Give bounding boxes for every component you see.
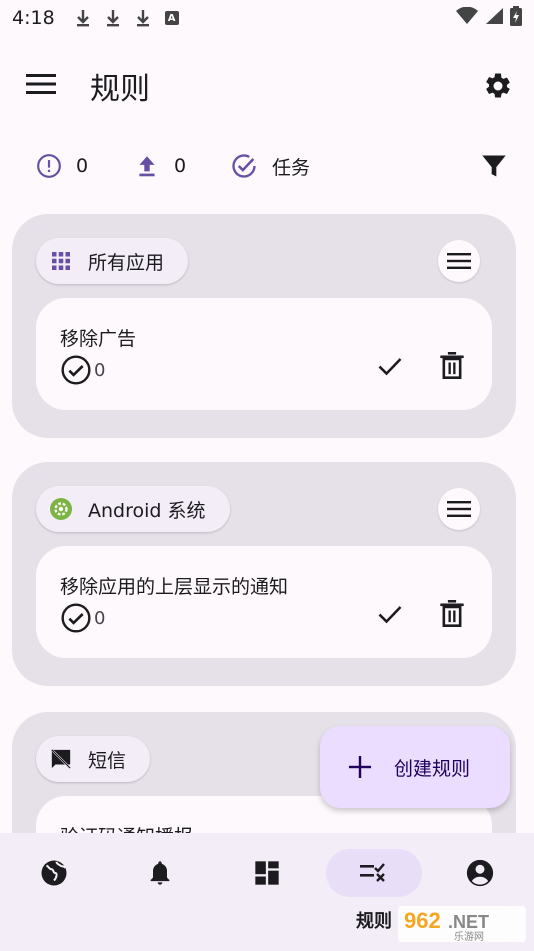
check-circle-icon xyxy=(232,154,256,178)
upload-stat[interactable]: 0 xyxy=(134,150,186,182)
rule-count: 0 xyxy=(94,359,106,381)
group-app-label: Android 系统 xyxy=(88,499,206,522)
download-icon xyxy=(75,9,91,27)
enable-rule-button[interactable] xyxy=(372,596,408,632)
text-badge-icon: A xyxy=(164,11,179,25)
nav-rules-label: 规则 xyxy=(356,911,392,932)
filter-icon xyxy=(482,155,506,177)
rule-group: 所有应用 移除广告 0 xyxy=(12,214,516,438)
watermark-logo: 962 .NET 乐游网 xyxy=(398,904,526,944)
group-app-chip[interactable]: 所有应用 xyxy=(36,238,189,284)
stats-row: 0 0 任务 xyxy=(0,144,534,188)
status-time: 4:18 xyxy=(12,7,55,29)
rules-icon xyxy=(360,863,385,882)
battery-icon xyxy=(510,6,522,30)
nav-item-dashboard[interactable] xyxy=(217,849,317,939)
rule-card[interactable]: 移除广告 0 xyxy=(36,298,492,410)
create-rule-fab[interactable]: 创建规则 xyxy=(320,726,510,808)
svg-text:962: 962 xyxy=(404,908,441,933)
top-app-bar: 规则 xyxy=(0,52,534,116)
group-app-label: 短信 xyxy=(88,749,127,772)
text-badge-letter: A xyxy=(167,12,176,24)
upload-count: 0 xyxy=(174,155,187,177)
rule-group: Android 系统 移除应用的上层显示的通知 0 xyxy=(12,462,516,686)
check-circle-icon xyxy=(61,355,91,385)
upload-icon xyxy=(139,156,155,177)
android-settings-icon xyxy=(50,498,72,520)
page-title: 规则 xyxy=(90,72,150,107)
nav-item-notifications[interactable] xyxy=(110,849,210,939)
rule-title: 移除广告 xyxy=(60,328,137,350)
nav-item-web[interactable] xyxy=(4,849,104,939)
rule-count-wrap: 0 xyxy=(60,354,105,386)
error-stat[interactable]: 0 xyxy=(36,150,88,182)
menu-button[interactable] xyxy=(22,68,60,100)
rule-count-wrap: 0 xyxy=(60,602,105,634)
filter-button[interactable] xyxy=(478,150,510,182)
sms-off-icon xyxy=(50,748,72,770)
group-menu-button[interactable] xyxy=(438,488,480,530)
check-circle-icon xyxy=(61,603,91,633)
create-rule-label: 创建规则 xyxy=(394,757,471,780)
alert-circle-icon xyxy=(37,154,61,178)
download-icon xyxy=(105,9,121,27)
group-app-chip[interactable]: Android 系统 xyxy=(36,486,230,532)
checkmark-icon xyxy=(378,358,402,376)
dashboard-icon xyxy=(255,861,279,885)
status-bar: 4:18 A xyxy=(0,0,534,36)
delete-rule-button[interactable] xyxy=(434,596,470,632)
rule-count: 0 xyxy=(94,607,106,629)
account-icon xyxy=(466,859,494,887)
trash-icon xyxy=(440,352,464,379)
group-app-chip[interactable]: 短信 xyxy=(36,736,151,782)
svg-text:乐游网: 乐游网 xyxy=(454,930,484,943)
group-menu-button[interactable] xyxy=(438,240,480,282)
group-app-label: 所有应用 xyxy=(88,251,165,274)
settings-button[interactable] xyxy=(478,66,518,106)
apps-grid-icon xyxy=(50,250,72,272)
rule-title: 移除应用的上层显示的通知 xyxy=(60,576,289,598)
checkmark-icon xyxy=(378,606,402,624)
error-count: 0 xyxy=(76,155,89,177)
menu-icon xyxy=(447,253,471,269)
trash-icon xyxy=(440,600,464,627)
gear-icon xyxy=(486,73,510,98)
plus-icon xyxy=(349,756,371,778)
enable-rule-button[interactable] xyxy=(372,348,408,384)
download-icon xyxy=(135,9,151,27)
tasks-stat[interactable]: 任务 xyxy=(230,150,310,182)
menu-icon xyxy=(26,74,56,94)
wifi-icon xyxy=(456,6,478,29)
signal-icon xyxy=(484,7,504,29)
svg-text:.NET: .NET xyxy=(448,912,489,932)
tasks-label: 任务 xyxy=(272,156,311,179)
delete-rule-button[interactable] xyxy=(434,348,470,384)
menu-icon xyxy=(447,501,471,517)
rule-card[interactable]: 移除应用的上层显示的通知 0 xyxy=(36,546,492,658)
bell-icon xyxy=(150,861,170,885)
globe-icon xyxy=(41,860,67,886)
